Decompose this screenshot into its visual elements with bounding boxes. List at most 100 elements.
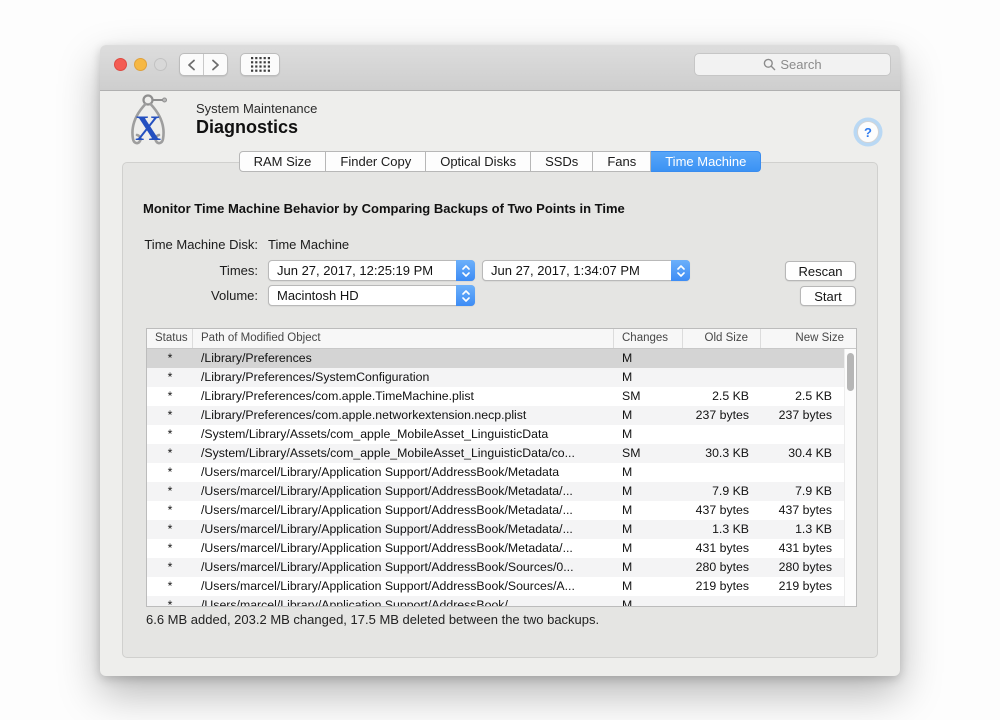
cell-status: * (147, 444, 193, 463)
tab-ram-size[interactable]: RAM Size (239, 151, 327, 172)
search-input[interactable]: Search (694, 53, 891, 76)
table-row[interactable]: */Users/marcel/Library/Application Suppo… (147, 520, 844, 539)
chevron-right-icon (210, 58, 221, 72)
tab-time-machine[interactable]: Time Machine (651, 151, 761, 172)
cell-old (683, 368, 761, 387)
cell-old (683, 463, 761, 482)
cell-new (761, 463, 844, 482)
page-title: Diagnostics (196, 117, 298, 138)
column-header-new-size[interactable]: New Size (761, 329, 856, 348)
times-label: Times: (100, 263, 258, 278)
cell-path: /Users/marcel/Library/Application Suppor… (193, 596, 614, 607)
table-row[interactable]: */System/Library/Assets/com_apple_Mobile… (147, 425, 844, 444)
forward-button[interactable] (204, 54, 227, 75)
stepper-arrows-icon (456, 260, 475, 281)
chevron-left-icon (186, 58, 197, 72)
table-row[interactable]: */Library/Preferences/SystemConfiguratio… (147, 368, 844, 387)
column-header-old-size[interactable]: Old Size (683, 329, 761, 348)
table-row[interactable]: */Users/marcel/Library/Application Suppo… (147, 558, 844, 577)
table-row[interactable]: */Users/marcel/Library/Application Suppo… (147, 539, 844, 558)
cell-old: 7.9 KB (683, 482, 761, 501)
cell-new (761, 349, 844, 368)
cell-path: /Library/Preferences/com.apple.networkex… (193, 406, 614, 425)
nav-segmented-control (179, 53, 228, 76)
stepper-arrows-icon (456, 285, 475, 306)
column-header-status[interactable]: Status (147, 329, 193, 348)
cell-old: 2.5 KB (683, 387, 761, 406)
table-row[interactable]: */Users/marcel/Library/Application Suppo… (147, 577, 844, 596)
tab-optical-disks[interactable]: Optical Disks (426, 151, 531, 172)
cell-old: 1.3 KB (683, 520, 761, 539)
cell-changes: M (614, 406, 683, 425)
cell-new: 219 bytes (761, 577, 844, 596)
cell-status: * (147, 387, 193, 406)
cell-old: 30.3 KB (683, 444, 761, 463)
cell-status: * (147, 463, 193, 482)
table-row[interactable]: */Users/marcel/Library/Application Suppo… (147, 463, 844, 482)
help-button[interactable]: ? (857, 121, 879, 143)
cell-path: /Users/marcel/Library/Application Suppor… (193, 539, 614, 558)
search-placeholder: Search (780, 57, 821, 72)
volume-value: Macintosh HD (269, 288, 456, 303)
cell-status: * (147, 406, 193, 425)
cell-changes: M (614, 425, 683, 444)
cell-changes: M (614, 368, 683, 387)
cell-old: 437 bytes (683, 501, 761, 520)
cell-new: 2.5 KB (761, 387, 844, 406)
cell-new: 1.3 KB (761, 520, 844, 539)
close-window-button[interactable] (114, 58, 127, 71)
toolbar: Search (100, 45, 900, 91)
zoom-window-button-disabled (154, 58, 167, 71)
time-from-value: Jun 27, 2017, 12:25:19 PM (269, 263, 456, 278)
cell-path: /Users/marcel/Library/Application Suppor… (193, 501, 614, 520)
show-all-panes-button[interactable] (240, 53, 280, 76)
cell-new (761, 425, 844, 444)
cell-path: /Users/marcel/Library/Application Suppor… (193, 463, 614, 482)
disk-value: Time Machine (268, 237, 349, 252)
time-to-popup[interactable]: Jun 27, 2017, 1:34:07 PM (482, 260, 690, 281)
table-row[interactable]: */Users/marcel/Library/Application Suppo… (147, 596, 844, 607)
minimize-window-button[interactable] (134, 58, 147, 71)
grid-icon (251, 57, 270, 72)
cell-changes: M (614, 520, 683, 539)
volume-popup[interactable]: Macintosh HD (268, 285, 475, 306)
cell-old (683, 425, 761, 444)
rescan-button[interactable]: Rescan (785, 261, 856, 281)
column-header-path[interactable]: Path of Modified Object (193, 329, 614, 348)
cell-new: 237 bytes (761, 406, 844, 425)
time-from-popup[interactable]: Jun 27, 2017, 12:25:19 PM (268, 260, 475, 281)
app-window: Search X System Maintenance Diagnostics … (100, 45, 900, 676)
cell-old: 237 bytes (683, 406, 761, 425)
tab-ssds[interactable]: SSDs (531, 151, 593, 172)
cell-changes: SM (614, 387, 683, 406)
vertical-scrollbar[interactable] (844, 349, 856, 606)
column-header-changes[interactable]: Changes (614, 329, 683, 348)
table-row[interactable]: */Library/Preferences/com.apple.networke… (147, 406, 844, 425)
cell-path: /Users/marcel/Library/Application Suppor… (193, 577, 614, 596)
cell-old: 280 bytes (683, 558, 761, 577)
cell-path: /Users/marcel/Library/Application Suppor… (193, 482, 614, 501)
back-button[interactable] (180, 54, 204, 75)
cell-changes: M (614, 501, 683, 520)
section-heading: Monitor Time Machine Behavior by Compari… (143, 201, 625, 216)
cell-status: * (147, 368, 193, 387)
table-row[interactable]: */System/Library/Assets/com_apple_Mobile… (147, 444, 844, 463)
disk-label: Time Machine Disk: (100, 237, 258, 252)
cell-status: * (147, 558, 193, 577)
cell-new (761, 596, 844, 607)
cell-new: 30.4 KB (761, 444, 844, 463)
stepper-arrows-icon (671, 260, 690, 281)
cell-new: 431 bytes (761, 539, 844, 558)
start-button[interactable]: Start (800, 286, 856, 306)
tab-finder-copy[interactable]: Finder Copy (326, 151, 426, 172)
table-row[interactable]: */Library/PreferencesM (147, 349, 844, 368)
table-row[interactable]: */Users/marcel/Library/Application Suppo… (147, 501, 844, 520)
time-to-value: Jun 27, 2017, 1:34:07 PM (483, 263, 671, 278)
cell-changes: M (614, 596, 683, 607)
cell-new (761, 368, 844, 387)
cell-path: /Users/marcel/Library/Application Suppor… (193, 520, 614, 539)
table-row[interactable]: */Library/Preferences/com.apple.TimeMach… (147, 387, 844, 406)
table-row[interactable]: */Users/marcel/Library/Application Suppo… (147, 482, 844, 501)
tab-fans[interactable]: Fans (593, 151, 651, 172)
scrollbar-thumb[interactable] (847, 353, 854, 391)
